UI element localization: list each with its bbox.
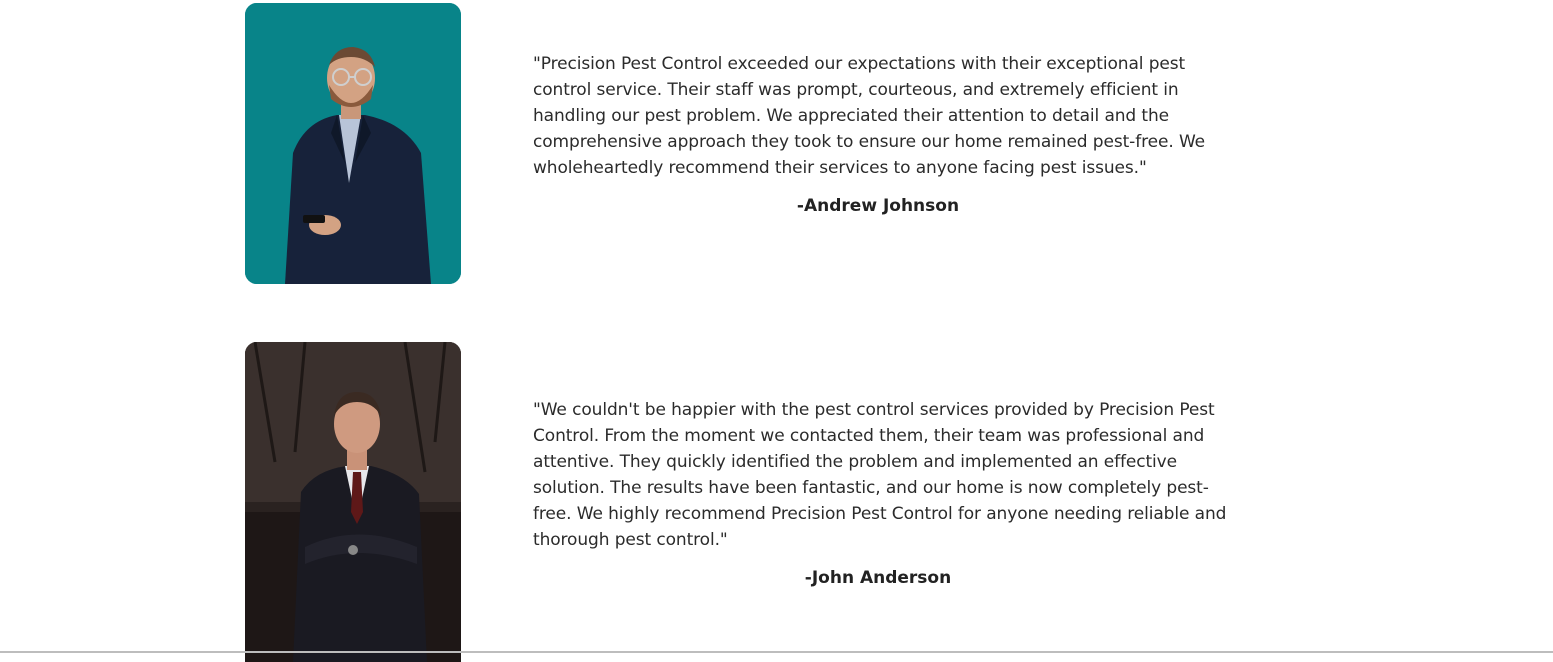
customer-photo: [245, 3, 461, 284]
testimonial-quote: "Precision Pest Control exceeded our exp…: [533, 54, 1206, 178]
man-in-blazer-portrait-image: [245, 3, 461, 284]
testimonial-card: "We couldn't be happier with the pest co…: [245, 342, 1235, 662]
customer-photo: [245, 342, 461, 662]
testimonial-card: "Precision Pest Control exceeded our exp…: [245, 3, 1235, 284]
testimonial-author: -John Anderson: [804, 568, 952, 588]
man-in-suit-portrait-image: [245, 342, 461, 662]
testimonial-author: -Andrew Johnson: [796, 196, 960, 216]
testimonial-quote: "We couldn't be happier with the pest co…: [533, 400, 1227, 550]
